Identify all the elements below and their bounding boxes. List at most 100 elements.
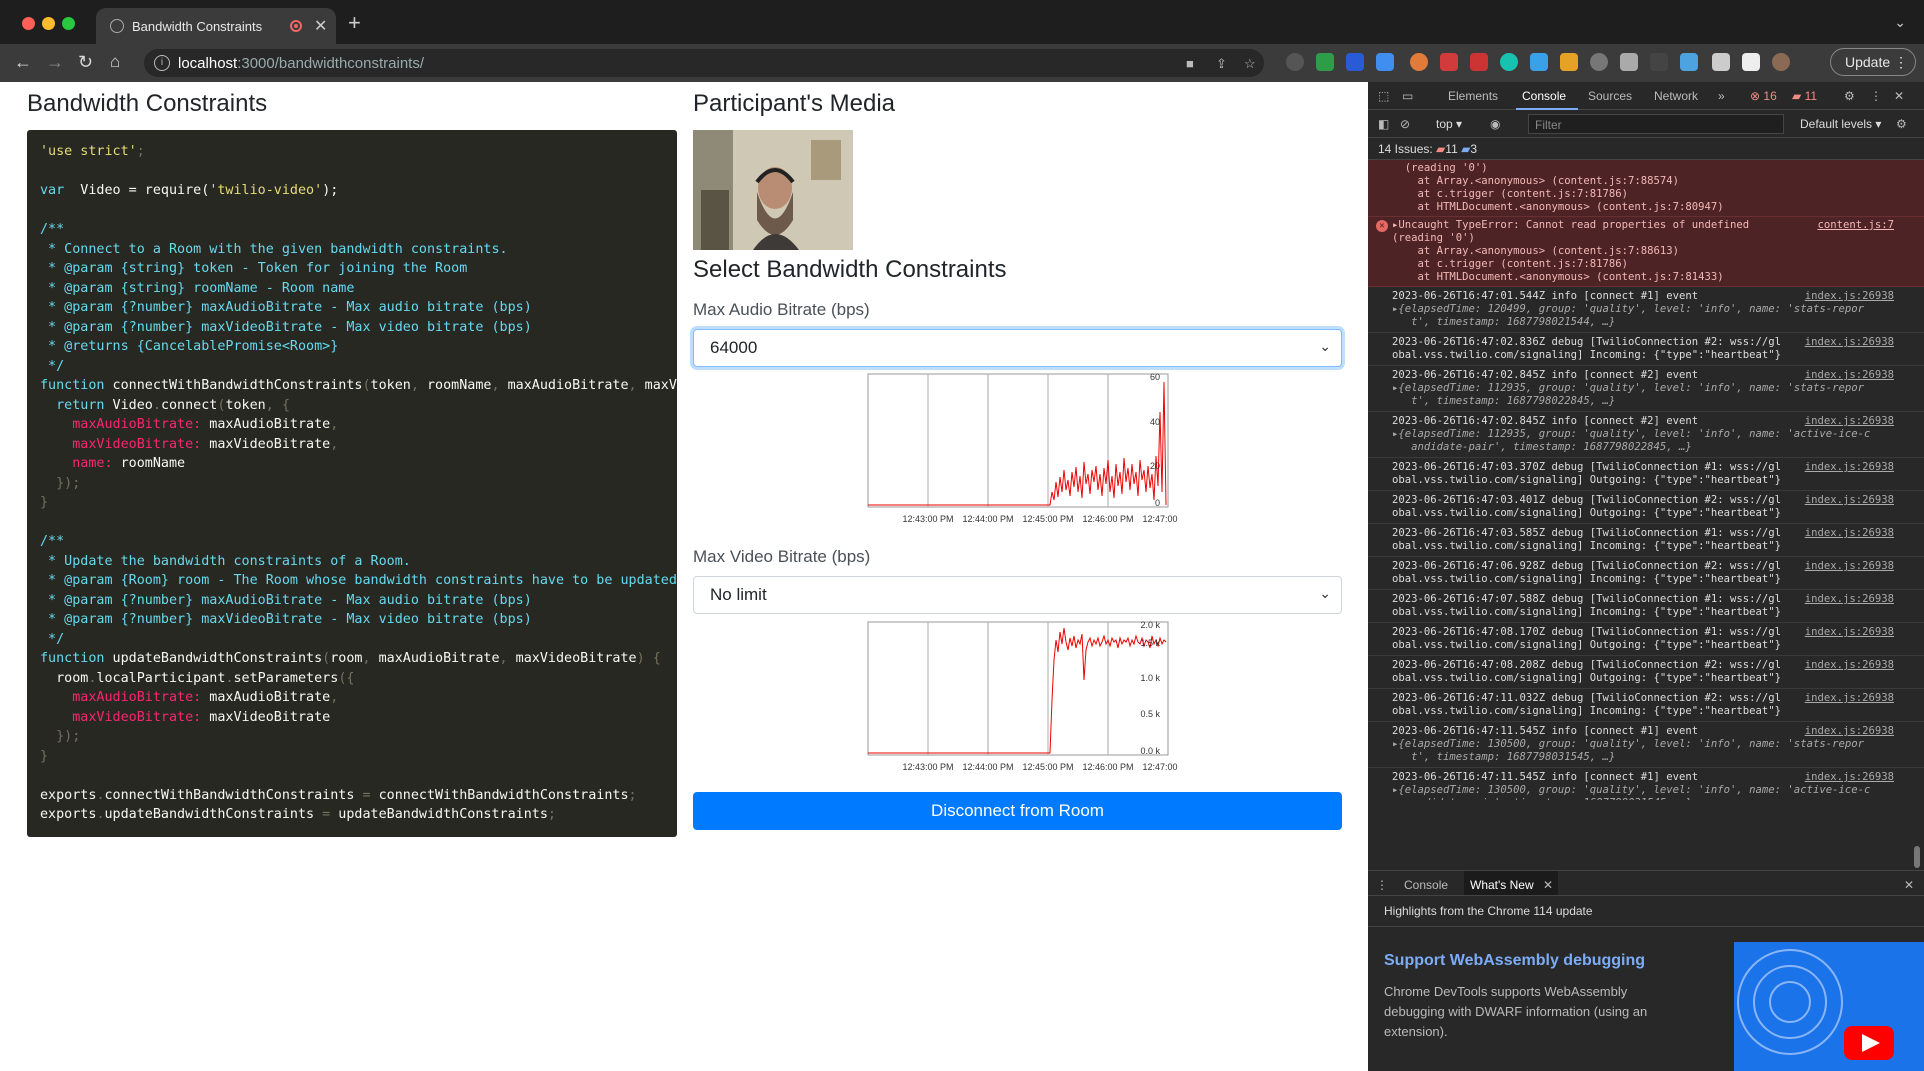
new-tab-button[interactable]: +	[348, 12, 361, 34]
source-link[interactable]: index.js:26938	[1805, 494, 1894, 506]
whats-new-thumbnail[interactable]	[1734, 942, 1924, 1071]
extension-icon[interactable]	[1346, 53, 1364, 71]
console-filter-input[interactable]: Filter	[1528, 114, 1784, 134]
extension-icon[interactable]	[1680, 53, 1698, 71]
bookmark-star-icon[interactable]: ☆	[1244, 56, 1256, 72]
browser-tab[interactable]: Bandwidth Constraints ✕	[96, 8, 336, 44]
source-link[interactable]: index.js:26938	[1805, 415, 1894, 427]
console-message-line: t', timestamp: 1687798031545, …}	[1392, 751, 1616, 763]
kebab-menu-icon[interactable]: ⋮	[1870, 89, 1882, 103]
code-token: );	[322, 183, 339, 198]
site-info-icon[interactable]: i	[154, 55, 170, 71]
sidebar-toggle-icon[interactable]: ◧	[1378, 117, 1389, 131]
drawer-tab-whats-new[interactable]: What's New	[1470, 878, 1534, 892]
console-message: 2023-06-26T16:47:01.544Z info [connect #…	[1368, 287, 1924, 333]
home-icon[interactable]: ⌂	[110, 52, 120, 72]
source-link[interactable]: index.js:26938	[1805, 725, 1894, 737]
close-drawer-icon[interactable]: ✕	[1904, 878, 1914, 892]
whats-new-title[interactable]: Support WebAssembly debugging	[1384, 952, 1645, 970]
tab-network[interactable]: Network	[1654, 89, 1698, 103]
extension-icon[interactable]	[1620, 53, 1638, 71]
source-link[interactable]: index.js:26938	[1805, 692, 1894, 704]
code-token: ,	[362, 651, 379, 666]
close-devtools-icon[interactable]: ✕	[1894, 89, 1904, 103]
console-message: 2023-06-26T16:47:08.208Z debug [TwilioCo…	[1368, 656, 1924, 689]
console-scrollbar[interactable]	[1914, 846, 1920, 868]
tab-console[interactable]: Console	[1522, 89, 1566, 103]
source-link[interactable]: index.js:26938	[1805, 560, 1894, 572]
reload-icon[interactable]: ↻	[78, 52, 93, 72]
extension-icon[interactable]	[1470, 53, 1488, 71]
update-button[interactable]: Update ⋮	[1830, 48, 1916, 76]
context-select[interactable]: top ▾	[1436, 117, 1462, 131]
drawer-menu-icon[interactable]: ⋮	[1376, 878, 1388, 892]
code-token: .	[96, 807, 105, 822]
issues-error-count: 11	[1445, 142, 1458, 156]
extension-icon[interactable]	[1590, 53, 1608, 71]
globe-icon	[110, 19, 124, 33]
code-token: Video = require(	[64, 183, 210, 198]
gear-icon[interactable]: ⚙	[1844, 89, 1855, 103]
code-token: roomName	[112, 456, 186, 471]
more-tabs-icon[interactable]: »	[1718, 89, 1725, 103]
source-link[interactable]: index.js:26938	[1805, 527, 1894, 539]
extension-icon[interactable]	[1650, 53, 1668, 71]
extension-icon[interactable]	[1500, 53, 1518, 71]
issues-bar[interactable]: 14 Issues: ▰11 ▰3	[1368, 138, 1924, 160]
extension-icon[interactable]	[1376, 53, 1394, 71]
source-link[interactable]: index.js:26938	[1805, 336, 1894, 348]
video-bitrate-select[interactable]: No limit ⌄	[693, 576, 1342, 614]
extension-icon[interactable]	[1286, 53, 1304, 71]
code-token: * @param {?number} maxAudioBitrate - Max…	[40, 300, 532, 315]
share-icon[interactable]: ⇪	[1216, 56, 1227, 72]
disconnect-button[interactable]: Disconnect from Room	[693, 792, 1342, 830]
source-link[interactable]: index.js:26938	[1805, 771, 1894, 783]
code-token: ) {	[636, 651, 661, 666]
console-settings-icon[interactable]: ⚙	[1896, 117, 1907, 131]
device-toolbar-icon[interactable]: ▭	[1402, 89, 1413, 103]
extension-icon[interactable]	[1560, 53, 1578, 71]
code-line: * @param {string} token - Token for join…	[40, 261, 677, 281]
console-message: 2023-06-26T16:47:02.836Z debug [TwilioCo…	[1368, 333, 1924, 366]
forward-arrow-icon[interactable]: →	[46, 52, 64, 72]
back-arrow-icon[interactable]: ←	[14, 52, 32, 72]
inspect-element-icon[interactable]: ⬚	[1378, 89, 1389, 103]
chevron-down-icon[interactable]: ⌄	[1894, 14, 1906, 31]
source-link[interactable]: index.js:26938	[1805, 593, 1894, 605]
tab-sources[interactable]: Sources	[1588, 89, 1632, 103]
error-count-badge[interactable]: ⊗ 16	[1750, 89, 1777, 103]
warning-count-badge[interactable]: ▰ 11	[1792, 89, 1817, 103]
close-window-button[interactable]	[22, 17, 35, 30]
source-link[interactable]: index.js:26938	[1805, 659, 1894, 671]
clear-console-icon[interactable]: ⊘	[1400, 117, 1410, 131]
code-line: /**	[40, 222, 677, 242]
close-tab-icon[interactable]: ✕	[314, 16, 327, 36]
tab-elements[interactable]: Elements	[1448, 89, 1498, 103]
log-levels-select[interactable]: Default levels ▾	[1800, 117, 1881, 131]
avatar[interactable]	[1772, 53, 1790, 71]
eye-icon[interactable]: ◉	[1490, 117, 1500, 131]
address-bar[interactable]: i localhost:3000/bandwidthconstraints/ ■…	[144, 49, 1264, 77]
source-link[interactable]: index.js:26938	[1805, 290, 1894, 302]
puzzle-icon[interactable]	[1712, 53, 1730, 71]
extension-icon[interactable]	[1316, 53, 1334, 71]
extension-icon[interactable]	[1530, 53, 1548, 71]
camera-icon[interactable]: ■	[1186, 56, 1194, 71]
source-link[interactable]: content.js:7	[1817, 219, 1894, 231]
video-y-tick: 0.5 k	[1140, 709, 1160, 719]
side-panel-icon[interactable]	[1742, 53, 1760, 71]
code-line: */	[40, 632, 677, 652]
source-link[interactable]: index.js:26938	[1805, 369, 1894, 381]
participant-video	[693, 130, 853, 250]
minimize-window-button[interactable]	[42, 17, 55, 30]
source-link[interactable]: index.js:26938	[1805, 626, 1894, 638]
close-tab-icon[interactable]: ✕	[1543, 878, 1553, 892]
extension-icon[interactable]	[1440, 53, 1458, 71]
drawer-tab-console[interactable]: Console	[1404, 878, 1448, 892]
code-token: 'twilio-video'	[209, 183, 323, 198]
source-link[interactable]: index.js:26938	[1805, 461, 1894, 473]
extension-icon[interactable]	[1410, 53, 1428, 71]
audio-bitrate-select[interactable]: 64000 ⌄	[693, 329, 1342, 367]
maximize-window-button[interactable]	[62, 17, 75, 30]
